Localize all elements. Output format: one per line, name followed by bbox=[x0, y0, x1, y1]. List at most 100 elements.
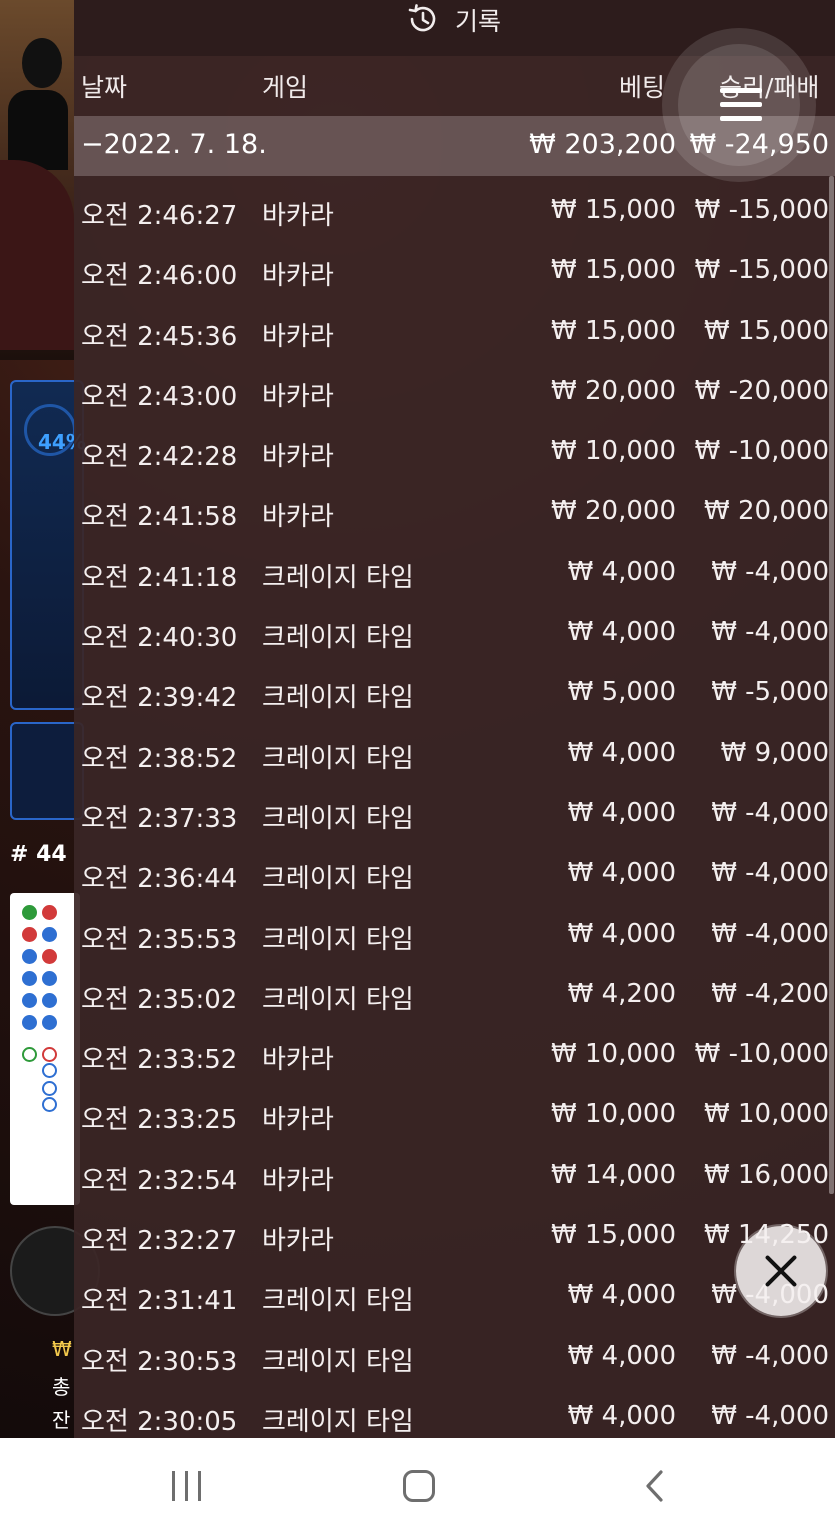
history-row[interactable]: 오전 2:30:53 크레이지 타임 ₩ 4,000 ₩ -4,000 bbox=[74, 1327, 835, 1387]
row-time: 오전 2:33:25 bbox=[81, 1105, 238, 1136]
row-result: ₩ 16,000 bbox=[704, 1159, 829, 1190]
history-row[interactable]: 오전 2:32:27바카라₩ 15,000₩ 14,250 bbox=[74, 1206, 835, 1266]
history-row[interactable]: 오전 2:40:30 크레이지 타임 ₩ 4,000 ₩ -4,000 bbox=[74, 603, 835, 663]
road-dot bbox=[42, 949, 57, 964]
row-time: 오전 2:38:52 bbox=[81, 743, 238, 774]
row-time: 오전 2:30:05 bbox=[81, 1406, 238, 1437]
row-result: ₩ -15,000 bbox=[694, 255, 829, 286]
row-game: 크레이지 타임 bbox=[262, 1406, 414, 1437]
row-bet: ₩ 15,000 bbox=[551, 195, 676, 225]
road-ring bbox=[22, 1047, 37, 1062]
row-bet: ₩ 14,000 bbox=[551, 1159, 676, 1190]
history-icon bbox=[408, 4, 436, 32]
row-bet: ₩ 15,000 bbox=[551, 1220, 676, 1251]
home-icon[interactable] bbox=[403, 1470, 435, 1502]
road-dot bbox=[42, 993, 57, 1008]
history-row[interactable]: 오전 2:41:58 바카라 ₩ 20,000 ₩ 20,000 bbox=[74, 482, 835, 542]
history-row[interactable]: 오전 2:46:00 바카라 ₩ 15,000 ₩ -15,000 bbox=[74, 241, 835, 301]
hamburger-icon bbox=[720, 88, 762, 93]
row-game: 바카라 bbox=[262, 321, 334, 352]
road-dot bbox=[22, 905, 37, 920]
history-row[interactable]: 오전 2:46:27 바카라 ₩ 15,000 ₩ -15,000 bbox=[74, 181, 835, 241]
history-row[interactable]: 오전 2:39:42 크레이지 타임 ₩ 5,000 ₩ -5,000 bbox=[74, 663, 835, 723]
back-icon[interactable] bbox=[640, 1468, 670, 1504]
row-bet: ₩ 15,000 bbox=[551, 255, 676, 286]
row-time: 오전 2:41:58 bbox=[81, 502, 238, 533]
road-dot bbox=[22, 971, 37, 986]
road-dot bbox=[42, 971, 57, 986]
total-bet-label: 총 bbox=[52, 1375, 71, 1399]
history-row[interactable]: 오전 2:41:18 크레이지 타임 ₩ 4,000 ₩ -4,000 bbox=[74, 543, 835, 603]
row-result: ₩ -4,000 bbox=[711, 858, 829, 889]
row-bet: ₩ 20,000 bbox=[551, 496, 676, 527]
balance-currency: ₩ bbox=[52, 1337, 72, 1361]
column-header-date: 날짜 bbox=[81, 73, 128, 102]
row-time: 오전 2:41:18 bbox=[81, 562, 238, 593]
history-row[interactable]: 오전 2:36:44 크레이지 타임 ₩ 4,000 ₩ -4,000 bbox=[74, 844, 835, 904]
row-bet: ₩ 4,000 bbox=[567, 737, 676, 768]
row-time: 오전 2:45:36 bbox=[81, 321, 238, 352]
date-group-label: −2022. 7. 18. bbox=[81, 129, 267, 160]
row-bet: ₩ 10,000 bbox=[551, 436, 676, 467]
history-row[interactable]: 오전 2:45:36 바카라 ₩ 15,000 ₩ 15,000 bbox=[74, 302, 835, 362]
row-bet: ₩ 15,000 bbox=[551, 315, 676, 346]
row-bet: ₩ 4,000 bbox=[567, 1400, 676, 1431]
row-result: ₩ -4,000 bbox=[711, 1400, 829, 1431]
row-game: 크레이지 타임 bbox=[262, 803, 414, 834]
date-group-bet-total: ₩ 203,200 bbox=[529, 129, 676, 160]
row-time: 오전 2:30:53 bbox=[81, 1346, 238, 1377]
row-time: 오전 2:32:54 bbox=[81, 1165, 238, 1196]
road-dot bbox=[22, 949, 37, 964]
history-row[interactable]: 오전 2:37:33 크레이지 타임 ₩ 4,000 ₩ -4,000 bbox=[74, 784, 835, 844]
road-dot bbox=[22, 1015, 37, 1030]
history-row[interactable]: 오전 2:33:52 바카라 ₩ 10,000 ₩ -10,000 bbox=[74, 1025, 835, 1085]
row-bet: ₩ 4,000 bbox=[567, 858, 676, 889]
row-game: 크레이지 타임 bbox=[262, 562, 414, 593]
history-row[interactable]: 오전 2:35:02 크레이지 타임 ₩ 4,200 ₩ -4,200 bbox=[74, 965, 835, 1025]
history-row[interactable]: 오전 2:42:28 바카라 ₩ 10,000 ₩ -10,000 bbox=[74, 422, 835, 482]
history-row[interactable]: 오전 2:33:25 바카라 ₩ 10,000 ₩ 10,000 bbox=[74, 1085, 835, 1145]
row-game: 크레이지 타임 bbox=[262, 864, 414, 895]
history-row[interactable]: 오전 2:32:54 바카라 ₩ 14,000 ₩ 16,000 bbox=[74, 1146, 835, 1206]
menu-button[interactable] bbox=[662, 28, 816, 182]
row-game: 크레이지 타임 bbox=[262, 743, 414, 774]
row-result: ₩ -4,200 bbox=[711, 978, 829, 1009]
row-game: 바카라 bbox=[262, 1226, 334, 1257]
row-time: 오전 2:35:53 bbox=[81, 924, 238, 955]
system-nav-bar bbox=[0, 1438, 835, 1535]
row-game: 바카라 bbox=[262, 502, 334, 533]
dealer-body bbox=[8, 90, 68, 170]
row-bet: ₩ 10,000 bbox=[551, 1099, 676, 1130]
row-time: 오전 2:36:44 bbox=[81, 864, 238, 895]
history-row[interactable]: 오전 2:43:00 바카라 ₩ 20,000 ₩ -20,000 bbox=[74, 362, 835, 422]
row-result: ₩ -15,000 bbox=[694, 195, 829, 225]
row-time: 오전 2:42:28 bbox=[81, 442, 238, 473]
row-bet: ₩ 4,000 bbox=[567, 1340, 676, 1371]
history-row[interactable]: 오전 2:31:41크레이지 타임₩ 4,000₩ -4,000 bbox=[74, 1266, 835, 1326]
scrollbar[interactable] bbox=[829, 176, 834, 1194]
close-button[interactable] bbox=[736, 1226, 826, 1316]
row-result: ₩ -4,000 bbox=[711, 918, 829, 949]
game-table bbox=[0, 160, 74, 350]
row-game: 크레이지 타임 bbox=[262, 1286, 414, 1317]
row-time: 오전 2:39:42 bbox=[81, 683, 238, 714]
row-time: 오전 2:35:02 bbox=[81, 984, 238, 1015]
row-result: ₩ 9,000 bbox=[720, 737, 829, 768]
road-dot bbox=[42, 1015, 57, 1030]
road-dot bbox=[42, 905, 57, 920]
hamburger-icon bbox=[720, 102, 762, 107]
row-bet: ₩ 10,000 bbox=[551, 1039, 676, 1070]
row-result: ₩ 10,000 bbox=[704, 1099, 829, 1130]
row-time: 오전 2:33:52 bbox=[81, 1045, 238, 1076]
history-row[interactable]: 오전 2:38:52 크레이지 타임 ₩ 4,000 ₩ 9,000 bbox=[74, 724, 835, 784]
history-row[interactable]: 오전 2:35:53 크레이지 타임 ₩ 4,000 ₩ -4,000 bbox=[74, 905, 835, 965]
row-game: 크레이지 타임 bbox=[262, 1346, 414, 1377]
dealer-video bbox=[0, 0, 74, 360]
history-list[interactable]: 오전 2:46:27 바카라 ₩ 15,000 ₩ -15,000 오전 2:46:00… bbox=[74, 181, 835, 1447]
road-ring bbox=[42, 1063, 57, 1078]
row-bet: ₩ 4,000 bbox=[567, 797, 676, 828]
hamburger-icon bbox=[720, 116, 762, 121]
recent-apps-icon[interactable] bbox=[172, 1471, 204, 1501]
row-result: ₩ -10,000 bbox=[694, 1039, 829, 1070]
row-bet: ₩ 5,000 bbox=[567, 677, 676, 708]
